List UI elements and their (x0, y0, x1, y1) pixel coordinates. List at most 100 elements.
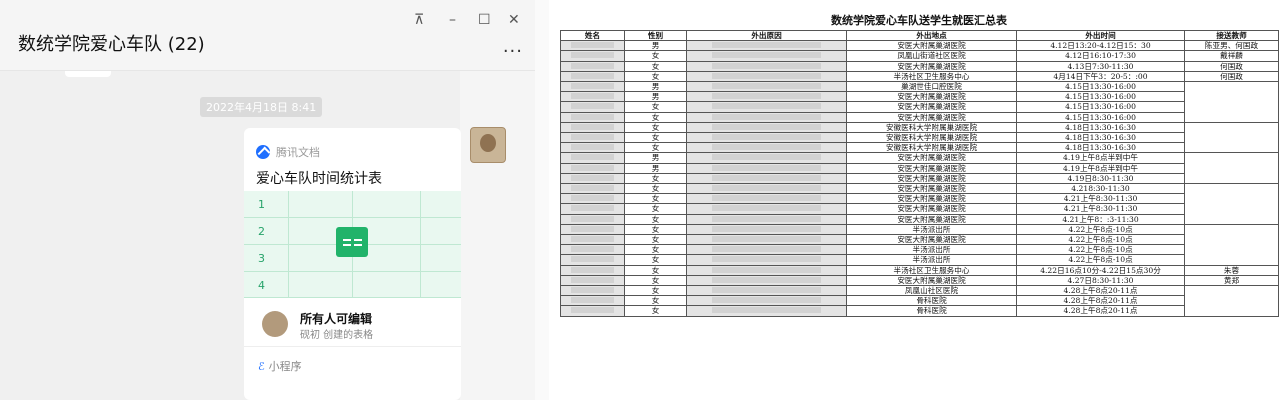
name-cell (560, 213, 625, 225)
redacted-block (571, 103, 614, 110)
name-cell (560, 60, 625, 72)
redacted-block (571, 174, 614, 181)
gender-cell: 女 (624, 254, 687, 266)
table-row: 女 安医大附属巢湖医院 4.27日8:30-11:30 黄郑 (560, 274, 1279, 287)
redacted-block (571, 72, 614, 79)
location-cell: 安医大附属巢湖医院 (846, 274, 1017, 287)
reason-cell (686, 132, 847, 144)
name-cell (560, 121, 625, 134)
scrollbar[interactable] (535, 0, 549, 400)
gender-cell: 女 (624, 50, 687, 62)
doc-source-label: 腾讯文档 (276, 146, 320, 159)
time-cell: 4.15日13:30-16:00 (1016, 111, 1185, 123)
redacted-block (711, 93, 822, 100)
table-body: 男安医大附属巢湖医院 4.12日13:20-4.12日15：30 陈亚男、何国政女凤… (560, 40, 1279, 317)
column-header: 外出时间 (1016, 29, 1185, 42)
name-cell (560, 254, 625, 266)
redacted-block (571, 256, 614, 263)
redacted-block (711, 236, 822, 243)
table-row: 男安医大附属巢湖医院 4.19上午8点半到中午 (560, 152, 1279, 185)
reason-cell (686, 295, 847, 307)
redacted-block (571, 83, 614, 90)
gender-cell: 女 (624, 244, 687, 256)
previous-message-bubble (65, 71, 111, 77)
location-cell: 安医大附属巢湖医院 (846, 193, 1017, 205)
location-cell: 骨科医院 (846, 305, 1017, 317)
time-cell: 4.21上午8:30-11:30 (1016, 193, 1185, 205)
reason-cell (686, 70, 847, 83)
redacted-block (711, 205, 822, 212)
gender-cell: 女 (624, 223, 687, 236)
time-cell: 4.19日8:30-11:30 (1016, 172, 1185, 185)
redacted-block (711, 287, 822, 294)
redacted-block (711, 297, 822, 304)
redacted-block (571, 266, 614, 273)
reason-cell (686, 264, 847, 276)
location-cell: 安徽医科大学附属巢湖医院 (846, 142, 1017, 154)
gender-cell: 女 (624, 264, 687, 276)
spreadsheet-thumbnail[interactable]: 1 2 3 4 (244, 191, 461, 298)
gender-cell: 女 (624, 111, 687, 123)
reason-cell (686, 162, 847, 174)
gender-cell: 女 (624, 172, 687, 185)
redacted-block (711, 225, 822, 232)
gender-cell: 女 (624, 193, 687, 205)
location-cell: 安医大附属巢湖医院 (846, 152, 1017, 164)
creator-avatar (262, 311, 288, 337)
location-cell: 安医大附属巢湖医院 (846, 162, 1017, 174)
table-row: 女 安徽医科大学附属巢湖医院 4.18日13:30-16:30 (560, 132, 1279, 144)
close-icon[interactable]: ✕ (508, 12, 520, 28)
reason-cell (686, 244, 847, 256)
redacted-block (571, 307, 614, 314)
time-cell: 4.21上午8:30-11:30 (1016, 203, 1185, 215)
more-options-icon[interactable]: ... (503, 36, 523, 57)
location-cell: 安医大附属巢湖医院 (846, 213, 1017, 225)
pin-icon[interactable]: ⊼ (414, 12, 424, 28)
reason-cell (686, 234, 847, 246)
gender-cell: 女 (624, 142, 687, 154)
minimize-icon[interactable]: – (449, 12, 456, 28)
name-cell (560, 152, 625, 164)
mini-program-icon: ℰ (258, 360, 265, 373)
table-row: 女 安徽医科大学附属巢湖医院 4.18日13:30-16:30 (560, 142, 1279, 154)
redacted-block (571, 246, 614, 253)
table-row: 男巢湖世佳口腔医院 4.15日13:30-16:00 (560, 81, 1279, 123)
redacted-block (711, 144, 822, 151)
gender-cell: 女 (624, 213, 687, 225)
table-row: 女安医大附属巢湖医院 4.218:30-11:30 (560, 183, 1279, 225)
redacted-block (711, 62, 822, 69)
maximize-icon[interactable]: ☐ (478, 12, 491, 28)
sender-avatar[interactable] (470, 127, 506, 163)
name-cell (560, 172, 625, 185)
time-cell: 4.18日13:30-16:30 (1016, 121, 1185, 134)
name-cell (560, 264, 625, 276)
redacted-block (711, 185, 822, 192)
summary-document: 数统学院爱心车队送学生就医汇总表 姓名 性别 外出原因 外出地点 外出时间 接送… (560, 0, 1279, 400)
redacted-block (711, 246, 822, 253)
permission-label: 所有人可编辑 (300, 312, 373, 326)
name-cell (560, 132, 625, 144)
teacher-cell: 朱蓉 (1184, 264, 1279, 276)
name-cell (560, 223, 625, 236)
gender-cell: 男 (624, 91, 687, 103)
redacted-block (711, 72, 822, 79)
redacted-block (711, 154, 822, 161)
gender-cell: 女 (624, 132, 687, 144)
table-row: 女 安医大附属巢湖医院 4.19日8:30-11:30 (560, 172, 1279, 185)
shared-doc-card[interactable]: 腾讯文档 爱心车队时间统计表 1 2 3 4 所有人可编辑 砚初 创建的表格 ℰ… (244, 128, 461, 400)
redacted-block (711, 276, 822, 283)
summary-table: 姓名 性别 外出原因 外出地点 外出时间 接送教师 男安医大附属巢湖医院 4.12… (560, 29, 1279, 317)
chat-header: 数统学院爱心车队 (22) ⊼ – ☐ ✕ ... (0, 0, 535, 71)
redacted-block (711, 164, 822, 171)
table-row: 女 半汤派出所 4.22上午8点-10点 (560, 254, 1279, 266)
message-timestamp: 2022年4月18日 8:41 (200, 97, 323, 117)
name-cell (560, 244, 625, 256)
redacted-block (571, 123, 614, 130)
table-row: 女 半汤派出所 4.22上午8点-10点 (560, 244, 1279, 256)
table-row: 女 安医大附属巢湖医院 4.15日13:30-16:00 (560, 111, 1279, 123)
redacted-block (571, 225, 614, 232)
location-cell: 凤凰山街道社区医院 (846, 50, 1017, 62)
message-list[interactable]: 2022年4月18日 8:41 腾讯文档 爱心车队时间统计表 1 2 3 4 所… (0, 71, 506, 400)
time-cell: 4.22上午8点-10点 (1016, 223, 1185, 236)
name-cell (560, 305, 625, 317)
